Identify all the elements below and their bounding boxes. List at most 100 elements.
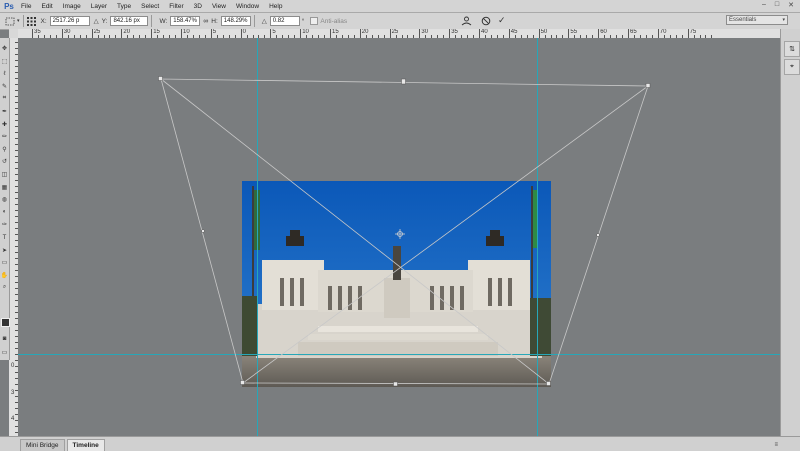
degree-unit: ° <box>301 17 305 25</box>
h-label: H: <box>211 17 218 25</box>
dodge-icon[interactable]: ◐ <box>0 208 9 217</box>
tools-panel: ✥ ⬚ ℓ ✎ ⌗ ✒ ✚ ✏ ⚲ ↺ ◫ ▦ ◍ ◐ ✑ T ➤ ▭ ✋ ⌕ ◙ ▭ <box>0 38 10 360</box>
ruler-tick <box>508 29 510 38</box>
ruler-tick <box>210 29 212 38</box>
ruler-tick <box>657 29 659 38</box>
antialias-checkbox[interactable] <box>310 17 319 25</box>
menu-image[interactable]: Image <box>58 3 86 10</box>
link-icon[interactable]: ∞ <box>203 18 208 25</box>
bottom-panel: Mini Bridge Timeline ≡ <box>0 436 800 451</box>
lasso-icon[interactable]: ℓ <box>0 69 9 78</box>
menu-filter[interactable]: Filter <box>164 3 188 10</box>
menu-edit[interactable]: Edit <box>36 3 57 10</box>
rotation-field[interactable]: 0.82 <box>269 16 300 26</box>
workspace-select[interactable]: Essentials ▾ <box>726 15 788 25</box>
ruler-label: 0 <box>242 29 246 35</box>
ruler-tick <box>240 29 242 38</box>
menu-layer[interactable]: Layer <box>86 3 112 10</box>
color-swatches-icon[interactable] <box>1 318 10 327</box>
chevron-down-icon: ▾ <box>782 17 785 23</box>
warp-mode-icon[interactable] <box>461 16 472 26</box>
menu-window[interactable]: Window <box>231 3 264 10</box>
ruler-tick <box>389 29 391 38</box>
workspace-label: Essentials <box>729 17 757 23</box>
brush-icon[interactable]: ✏ <box>0 132 9 141</box>
document-canvas[interactable] <box>18 38 780 436</box>
menu-view[interactable]: View <box>207 3 231 10</box>
antialias-label: Anti-alias <box>320 17 348 25</box>
menu-type[interactable]: Type <box>112 3 136 10</box>
x-position-field[interactable]: 2517.26 p <box>49 16 90 26</box>
eraser-icon[interactable]: ◫ <box>0 170 9 179</box>
path-select-icon[interactable]: ➤ <box>0 246 9 255</box>
angle-icon: △ <box>261 18 267 25</box>
menu-3d[interactable]: 3D <box>189 3 207 10</box>
paths-panel-icon[interactable]: ⌖ <box>784 59 800 75</box>
crop-icon[interactable]: ⌗ <box>0 94 9 103</box>
ruler-tick <box>419 29 421 38</box>
ruler-tick <box>479 29 480 38</box>
quick-mask-icon[interactable]: ◙ <box>0 334 9 343</box>
maximize-icon[interactable]: □ <box>775 1 779 9</box>
height-field[interactable]: 148.29% <box>220 16 251 26</box>
hand-icon[interactable]: ✋ <box>0 271 9 280</box>
close-icon[interactable]: ✕ <box>788 1 794 9</box>
panel-menu-icon[interactable]: ≡ <box>774 442 778 448</box>
zoom-icon[interactable]: ⌕ <box>0 283 9 292</box>
ruler-label: 5 <box>212 29 217 35</box>
delta-icon: △ <box>93 18 99 25</box>
minimize-icon[interactable]: – <box>762 1 766 9</box>
ruler-tick <box>121 29 123 38</box>
tab-mini-bridge[interactable]: Mini Bridge <box>20 439 65 451</box>
menu-file[interactable]: File <box>16 3 36 10</box>
commit-transform-icon[interactable]: ✓ <box>498 15 506 26</box>
ruler-tick <box>628 29 629 38</box>
cancel-transform-icon[interactable] <box>481 16 491 26</box>
screen-mode-icon[interactable]: ▭ <box>0 348 9 357</box>
stamp-icon[interactable]: ⚲ <box>0 145 9 154</box>
menu-bar: Ps File Edit Image Layer Type Select Fil… <box>0 0 800 13</box>
right-dock: ⇅ ⌖ <box>780 29 800 436</box>
photo-layer[interactable] <box>242 181 551 387</box>
ruler-tick <box>449 29 451 38</box>
ruler-tick <box>32 29 33 38</box>
ruler-tick <box>181 29 182 38</box>
shape-icon[interactable]: ▭ <box>0 258 9 267</box>
photoshop-logo-icon: Ps <box>4 1 14 11</box>
type-icon[interactable]: T <box>0 233 9 242</box>
quick-select-icon[interactable]: ✎ <box>0 82 9 91</box>
pen-icon[interactable]: ✑ <box>0 220 9 229</box>
options-bar: ▾ X: 2517.26 p △ Y: 842.16 px W: 158.47%… <box>0 13 800 30</box>
dropdown-arrow-icon[interactable]: ▾ <box>17 18 20 24</box>
move-icon[interactable]: ✥ <box>0 44 9 53</box>
eyedropper-icon[interactable]: ✒ <box>0 107 9 116</box>
divider <box>22 15 24 27</box>
ruler-tick <box>151 29 153 38</box>
healing-icon[interactable]: ✚ <box>0 120 9 129</box>
width-field[interactable]: 158.47% <box>170 16 201 26</box>
ruler-tick <box>300 29 302 38</box>
divider <box>151 15 153 27</box>
canvas-artwork <box>18 38 780 436</box>
ruler-tick <box>359 29 361 38</box>
ruler-tick <box>270 29 272 38</box>
menu-help[interactable]: Help <box>264 3 287 10</box>
ruler-tick <box>330 29 331 38</box>
blur-icon[interactable]: ◍ <box>0 195 9 204</box>
ruler-label: 3 <box>11 390 15 396</box>
ruler-label: 5 <box>272 29 276 35</box>
divider <box>253 15 255 27</box>
ruler-label: 4 <box>11 416 15 422</box>
tool-preset-icon[interactable] <box>3 17 17 26</box>
history-brush-icon[interactable]: ↺ <box>0 157 9 166</box>
reference-point-icon[interactable] <box>27 16 37 26</box>
menu-select[interactable]: Select <box>136 3 164 10</box>
marquee-icon[interactable]: ⬚ <box>0 57 9 66</box>
w-label: W: <box>159 17 168 25</box>
ruler-tick <box>598 29 600 38</box>
y-position-field[interactable]: 842.16 px <box>110 16 149 26</box>
window-controls: – □ ✕ <box>762 1 794 9</box>
gradient-icon[interactable]: ▦ <box>0 183 9 192</box>
tab-timeline[interactable]: Timeline <box>66 439 105 451</box>
properties-panel-icon[interactable]: ⇅ <box>784 41 800 57</box>
